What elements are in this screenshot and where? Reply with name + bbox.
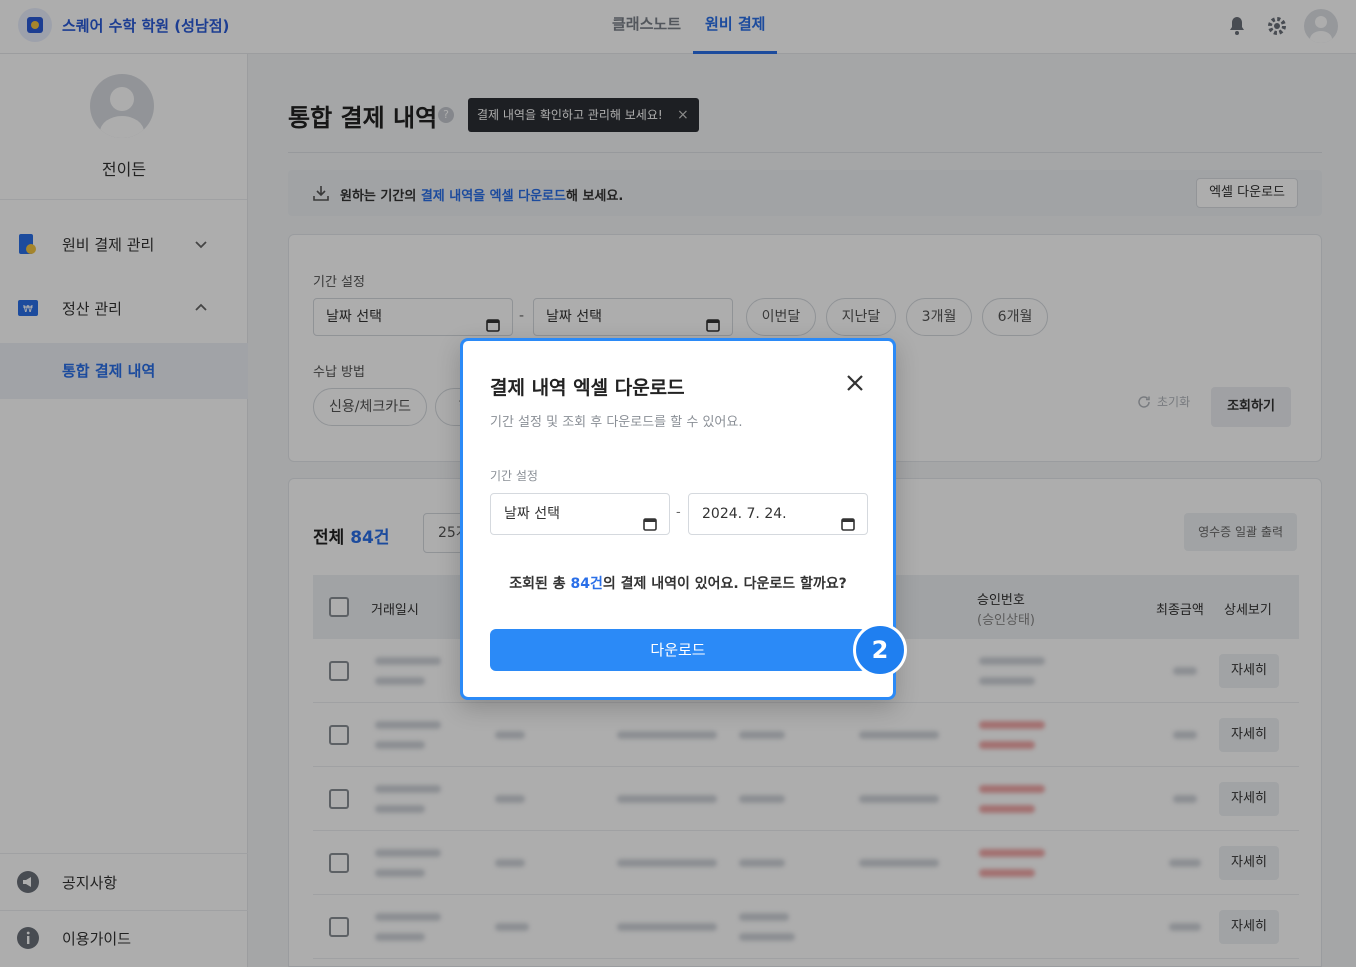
calendar-icon	[643, 507, 657, 531]
modal-start-date-input[interactable]: 날짜 선택	[490, 493, 670, 535]
excel-download-modal: 결제 내역 엑셀 다운로드 기간 설정 및 조회 후 다운로드를 할 수 있어요…	[460, 338, 896, 700]
modal-start-placeholder: 날짜 선택	[504, 506, 560, 522]
modal-message-count: 84건	[570, 576, 603, 592]
download-button[interactable]: 다운로드	[490, 629, 866, 671]
modal-title: 결제 내역 엑셀 다운로드	[490, 377, 685, 399]
close-icon[interactable]	[843, 371, 867, 395]
modal-date-dash: -	[676, 505, 681, 520]
modal-end-date-input[interactable]: 2024. 7. 24.	[688, 493, 868, 535]
modal-message-pre: 조회된 총	[509, 576, 571, 592]
modal-period-label: 기간 설정	[490, 469, 538, 483]
calendar-icon	[841, 507, 855, 531]
modal-description: 기간 설정 및 조회 후 다운로드를 할 수 있어요.	[490, 415, 743, 430]
modal-end-value: 2024. 7. 24.	[702, 506, 787, 522]
step-number-badge: 2	[853, 623, 907, 677]
modal-confirm-message: 조회된 총 84건의 결제 내역이 있어요. 다운로드 할까요?	[463, 573, 893, 593]
modal-message-post: 의 결제 내역이 있어요. 다운로드 할까요?	[602, 576, 847, 592]
